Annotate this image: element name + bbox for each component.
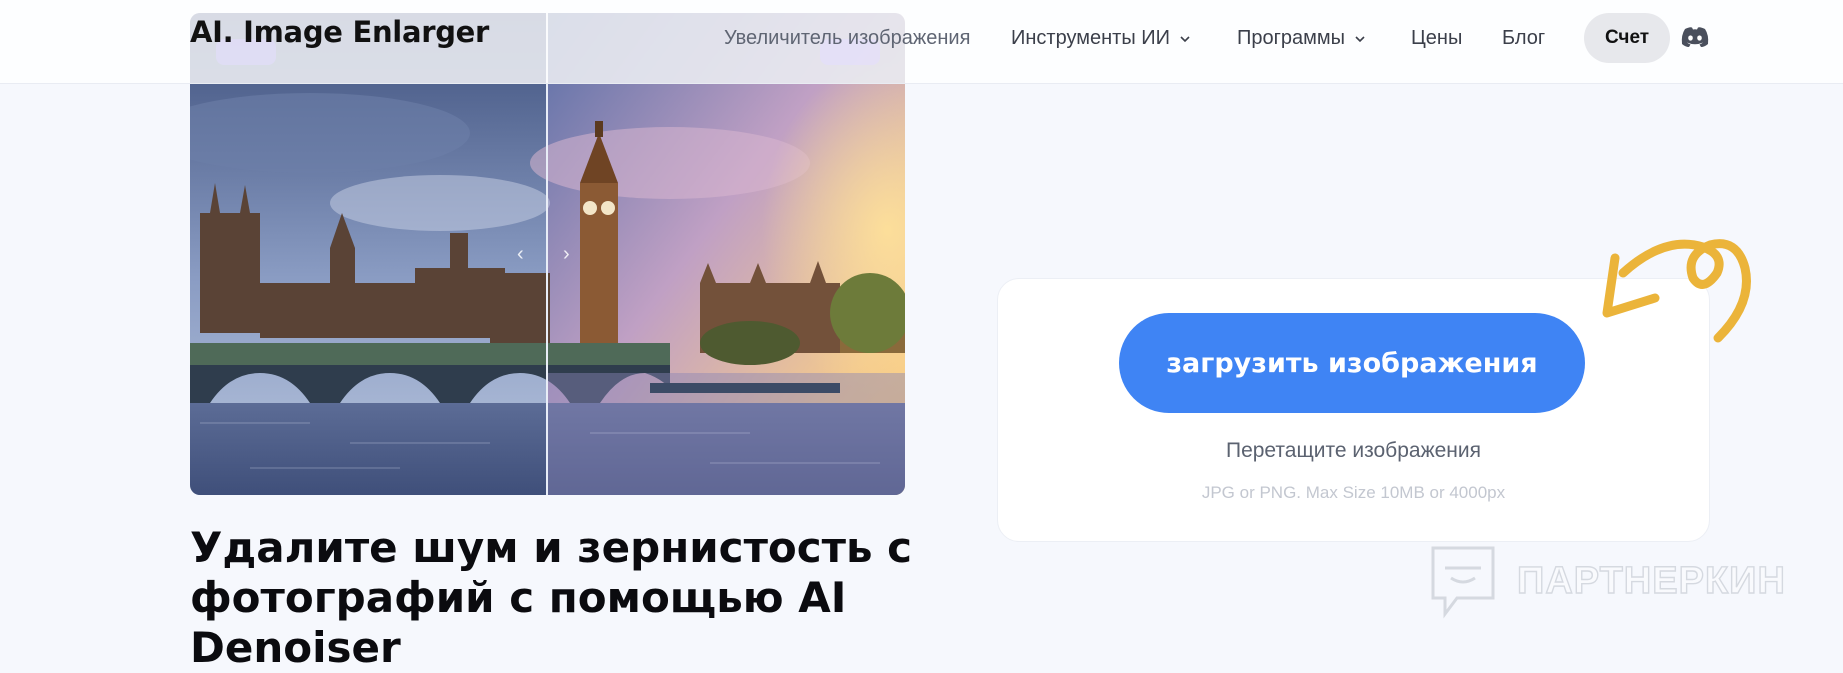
nav-item-label: Цены (1411, 27, 1463, 49)
nav-item-image-enlarger[interactable]: Увеличитель изображения (724, 27, 970, 50)
nav-item-pricing[interactable]: Цены (1411, 27, 1462, 50)
curly-arrow-icon (1602, 239, 1751, 343)
watermark-logo-icon (1431, 546, 1495, 619)
nav-item-programs[interactable]: Программы (1237, 27, 1365, 50)
nav-item-ai-tools[interactable]: Инструменты ИИ (1011, 27, 1190, 50)
before-after-preview[interactable]: ‹ › (190, 13, 905, 495)
watermark: ПАРТНЕРКИН (1427, 542, 1786, 620)
chevron-down-icon (1180, 35, 1190, 42)
account-button[interactable]: Счет (1584, 13, 1670, 63)
nav-item-label: Инструменты ИИ (1011, 27, 1171, 49)
nav-item-label: Программы (1237, 27, 1346, 49)
format-limit-text: JPG or PNG. Max Size 10MB or 4000px (1201, 483, 1506, 502)
site-header: AI. Image Enlarger Увеличитель изображен… (0, 0, 1843, 84)
main-nav: Увеличитель изображения Инструменты ИИ П… (0, 0, 1843, 83)
nav-item-blog[interactable]: Блог (1502, 27, 1545, 50)
nav-item-label: Увеличитель изображения (724, 27, 971, 49)
chevron-left-icon: ‹ (517, 243, 524, 265)
chevron-right-icon: › (563, 243, 570, 265)
watermark-text: ПАРТНЕРКИН (1516, 559, 1786, 602)
nav-item-label: Блог (1502, 27, 1546, 49)
comparison-slider-handle[interactable] (546, 13, 548, 495)
chevron-down-icon (1355, 35, 1365, 42)
discord-icon[interactable] (1681, 26, 1709, 48)
page-title: Удалите шум и зернистость с фотографий с… (190, 523, 913, 672)
upload-images-button[interactable]: загрузить изображения (1119, 313, 1585, 413)
drag-hint-text: Перетащите изображения (1225, 439, 1481, 462)
